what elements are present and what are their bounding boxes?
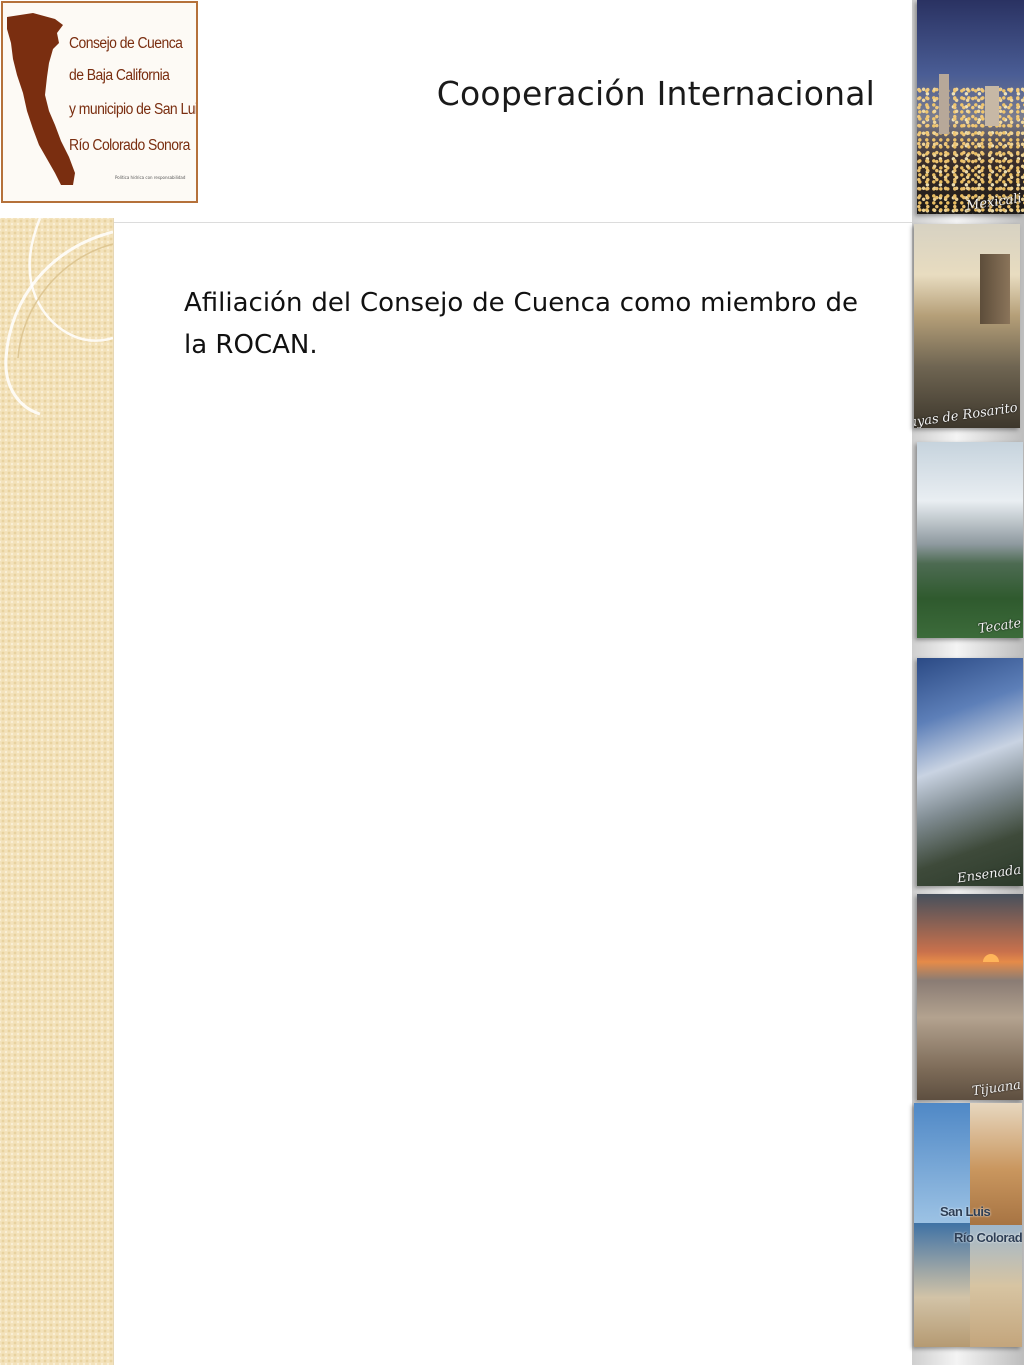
logo-text-line: de Baja California <box>69 67 170 84</box>
logo-text-line: Consejo de Cuenca <box>69 35 183 52</box>
page-title: Cooperación Internacional <box>436 74 875 113</box>
logo-text-line: y municipio de San Luis <box>69 101 198 118</box>
photo-ensenada: Ensenada <box>917 658 1023 886</box>
photo-tijuana: Tijuana <box>917 894 1023 1100</box>
photo-caption: Tecate <box>976 616 1022 637</box>
body-paragraph: Afiliación del Consejo de Cuenca como mi… <box>184 288 858 360</box>
council-logo: Consejo de Cuenca de Baja California y m… <box>1 1 198 203</box>
photo-tecate: Tecate <box>917 442 1023 638</box>
baja-california-map-icon <box>7 13 75 185</box>
caption-line: Río Colorado <box>954 1230 1022 1245</box>
slide-header: Consejo de Cuenca de Baja California y m… <box>0 0 912 223</box>
logo-tagline: Política hídrica con responsabilidad <box>115 175 186 180</box>
decorative-left-band <box>0 218 114 1365</box>
photo-caption: Ensenada <box>955 862 1022 886</box>
photo-strip: Mexicali Playas de Rosarito Tecate Ensen… <box>912 0 1024 1365</box>
photo-san-luis-rio-colorado: San Luis Río Colorado <box>914 1103 1022 1347</box>
decorative-arcs <box>4 218 113 416</box>
photo-caption: Tijuana <box>971 1077 1022 1100</box>
logo-text-line: Río Colorado Sonora <box>69 137 190 154</box>
caption-line: San Luis <box>940 1204 991 1219</box>
photo-caption: San Luis Río Colorado <box>940 1199 1022 1251</box>
photo-caption: Playas de Rosarito <box>914 400 1019 428</box>
photo-playas-de-rosarito: Playas de Rosarito <box>914 224 1020 428</box>
photo-mexicali: Mexicali <box>917 0 1024 214</box>
